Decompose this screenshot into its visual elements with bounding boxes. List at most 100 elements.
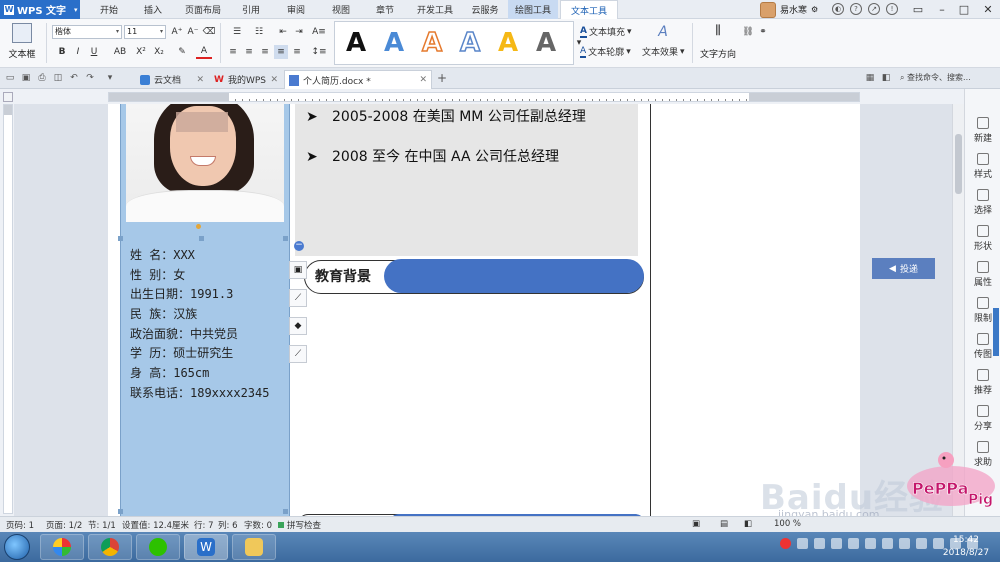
textbox-button[interactable]: 文本框 [4,23,40,60]
text-effect-icon[interactable]: A [654,23,672,41]
bold-icon[interactable]: B [56,45,68,59]
collapse-icon[interactable]: − [294,241,304,251]
vertical-ruler[interactable] [3,104,13,514]
align-right-icon[interactable]: ≡ [258,45,272,59]
menu-developer[interactable]: 开发工具 [410,0,460,19]
menu-home[interactable]: 开始 [90,0,128,19]
undo-icon[interactable]: ↶ [68,72,80,84]
menu-references[interactable]: 引用 [234,0,268,19]
taskbar-app-chrome[interactable] [88,534,132,560]
task-select[interactable]: 选择 [965,189,1000,216]
ruler-toggle[interactable] [3,92,13,102]
tile-icon[interactable]: ◧ [880,72,892,84]
task-style[interactable]: 样式 [965,153,1000,180]
task-new[interactable]: 新建 [965,117,1000,144]
submit-button[interactable]: ◀ 投递 [872,258,935,279]
outline-icon[interactable]: ⟋ [289,345,307,363]
menu-review[interactable]: 审阅 [278,0,314,19]
style-gray[interactable]: A [531,26,561,60]
minimize-icon[interactable]: – [930,0,954,19]
text-outline-button[interactable]: A 文本轮廓 ▾ [580,45,631,58]
zoom-level[interactable]: 100 % [774,519,801,529]
profile-photo[interactable] [126,104,284,222]
subscript-icon[interactable]: X₂ [152,45,166,59]
save-icon[interactable]: ▣ [20,72,32,84]
help-icon[interactable]: ! [886,3,898,15]
close-icon[interactable]: ✕ [419,75,427,85]
resize-handle[interactable] [118,236,123,241]
maximize-icon[interactable]: □ [952,0,976,19]
link-icon[interactable]: ⛓ [740,25,756,39]
taskbar-app-games[interactable] [40,534,84,560]
new-tab-icon[interactable]: + [436,72,448,84]
link-break-icon[interactable]: ⚭ [756,25,770,39]
font-color-icon[interactable]: A [196,45,212,59]
distributed-icon[interactable]: ≡ [290,45,304,59]
style-black[interactable]: A [341,26,371,60]
edit-shape-icon[interactable]: ⟋ [289,289,307,307]
share-icon[interactable]: ↗ [868,3,880,15]
command-search[interactable]: ⌕ 查找命令、搜索... [900,72,971,83]
fill-icon[interactable]: ◆ [289,317,307,335]
resize-handle[interactable] [118,509,123,514]
menu-text-tools[interactable]: 文本工具 [560,0,618,20]
text-fill-button[interactable]: A 文本填充 ▾ [580,25,632,38]
task-properties[interactable]: 属性 [965,261,1000,288]
menu-drawing-tools[interactable]: 绘图工具 [508,0,558,19]
personal-info[interactable]: 姓 名：XXX 性 别：女 出生日期：1991.3 民 族：汉族 政治面貌：中共… [130,246,269,404]
style-blue[interactable]: A [379,26,409,60]
shrink-font-icon[interactable]: A⁻ [186,25,200,39]
task-share[interactable]: 分享 [965,405,1000,432]
view-web-icon[interactable]: ▤ [720,519,728,529]
app-menu-button[interactable]: W WPS 文字 ▾ [0,0,80,19]
resize-handle[interactable] [283,509,288,514]
taskbar-app-wechat[interactable] [136,534,180,560]
redo-icon[interactable]: ↷ [84,72,96,84]
taskbar-app-explorer[interactable] [232,534,276,560]
style-yellow[interactable]: A [493,26,523,60]
text-style-gallery[interactable]: A A A A A A [334,21,574,65]
user-area[interactable]: 易水寒 ⚙ [760,1,818,18]
decrease-indent-icon[interactable]: ⇤ [276,25,290,39]
menu-page-layout[interactable]: 页面布局 [178,0,228,19]
chinese-layout-icon[interactable]: A≡ [310,25,328,39]
text-effect-button[interactable]: 文本效果 ▾ [642,45,685,59]
rotate-handle[interactable] [196,224,201,229]
print-icon[interactable]: ⎙ [36,72,48,84]
style-blue-outline[interactable]: A [455,26,485,60]
layout-icon[interactable]: ▣ [289,261,307,279]
tab-cloud-docs[interactable]: 云文档 ✕ [136,70,208,89]
grow-font-icon[interactable]: A⁺ [170,25,184,39]
bullets-icon[interactable]: ☰ [228,25,246,39]
line-spacing-icon[interactable]: ↕≡ [310,45,328,59]
view-normal-icon[interactable]: ▣ [692,519,700,529]
style-orange-outline[interactable]: A [417,26,447,60]
underline-icon[interactable]: U [88,45,100,59]
tab-my-wps[interactable]: W 我的WPS ✕ [210,70,282,89]
close-icon[interactable]: ✕ [270,75,278,85]
menu-insert[interactable]: 插入 [134,0,172,19]
experience-box[interactable] [295,104,638,256]
view-read-icon[interactable]: ◧ [744,519,752,529]
numbering-icon[interactable]: ☷ [250,25,268,39]
align-left-icon[interactable]: ≡ [226,45,240,59]
align-center-icon[interactable]: ≡ [242,45,256,59]
clear-format-icon[interactable]: ⌫ [203,25,216,39]
feedback-icon[interactable]: ? [850,3,862,15]
education-bar[interactable] [384,259,644,293]
horizontal-ruler[interactable] [108,92,860,102]
close-icon[interactable]: ✕ [976,0,1000,19]
italic-icon[interactable]: I [72,45,84,59]
tab-resume-doc[interactable]: 个人简历.docx * ✕ [284,70,432,89]
font-size-select[interactable]: 11 ▾ [124,25,166,39]
window-icon[interactable]: ▦ [864,72,876,84]
customize-icon[interactable]: ▾ [104,72,116,84]
text-direction-button[interactable]: ⫼ 文字方向 [698,23,738,60]
spell-check[interactable]: 拼写检查 [278,519,321,531]
clock[interactable]: 15:42 2018/8/27 [938,534,994,560]
taskbar-app-wps[interactable]: W [184,534,228,560]
print-preview-icon[interactable]: ◫ [52,72,64,84]
resize-handle[interactable] [283,236,288,241]
menu-view[interactable]: 视图 [322,0,360,19]
menu-cloud-service[interactable]: 云服务 [464,0,506,19]
